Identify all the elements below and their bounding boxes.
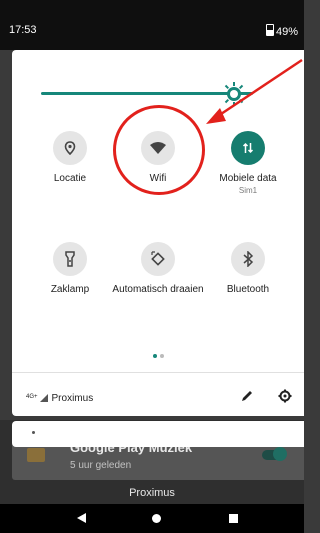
annotation-arrow: [206, 58, 303, 124]
